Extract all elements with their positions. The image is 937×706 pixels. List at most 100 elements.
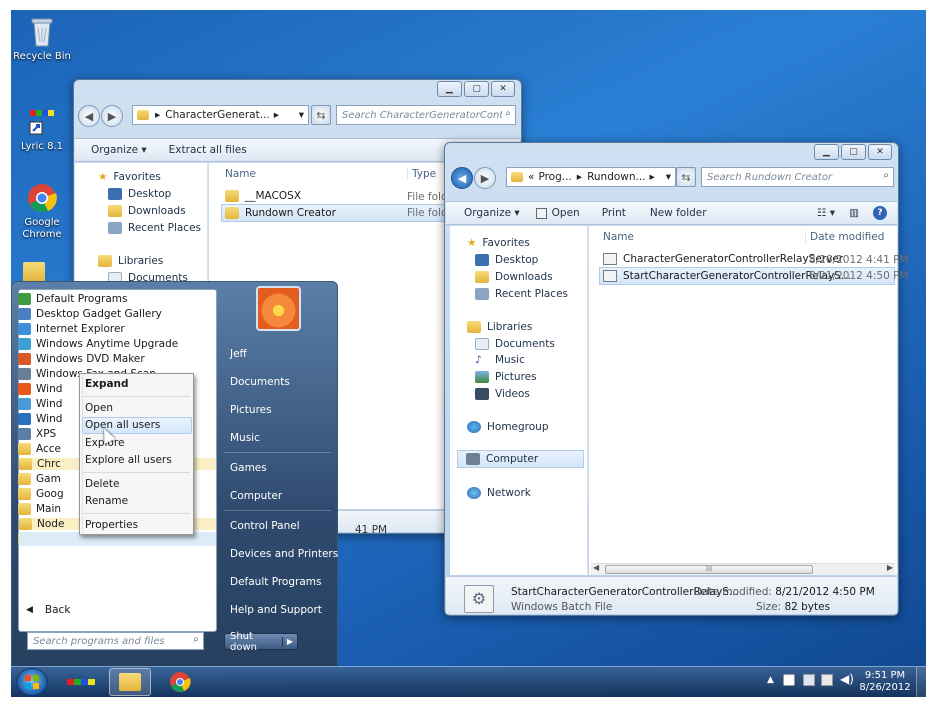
start-right-default-programs[interactable]: Default Programs <box>230 576 321 588</box>
search-input[interactable]: Search Rundown Creator ⌕ <box>701 167 894 187</box>
tray-network-icon[interactable] <box>803 674 815 686</box>
nav-desktop[interactable]: Desktop <box>108 188 171 200</box>
refresh-button[interactable]: ⇆ <box>311 105 331 125</box>
help-icon[interactable]: ? <box>873 206 887 220</box>
file-row[interactable]: CharacterGeneratorControllerRelayServer <box>603 253 843 265</box>
start-program-item[interactable]: Default Programs <box>18 293 127 305</box>
tray-volume-icon[interactable]: ◀) <box>840 672 854 686</box>
address-part[interactable]: Rundown... <box>587 171 645 183</box>
minimize-button[interactable]: ▁ <box>814 144 839 160</box>
shutdown-options-arrow[interactable]: ▶ <box>282 637 297 646</box>
start-right-documents[interactable]: Documents <box>230 376 290 388</box>
menu-item-rename[interactable]: Rename <box>85 495 128 507</box>
nav-music[interactable]: ♪ Music <box>475 354 525 366</box>
nav-pictures[interactable]: Pictures <box>475 371 537 383</box>
chevron-down-icon[interactable]: ▾ <box>299 109 304 121</box>
preview-pane-icon[interactable]: ▥ <box>849 207 859 219</box>
nav-downloads[interactable]: Downloads <box>475 271 553 283</box>
menu-item-properties[interactable]: Properties <box>85 519 138 531</box>
chevron-down-icon[interactable]: ▾ <box>666 171 671 183</box>
menu-item-delete[interactable]: Delete <box>85 478 120 490</box>
desktop-icon-lyric[interactable]: Lyric 8.1 <box>11 106 73 152</box>
file-row-selected[interactable]: StartCharacterGeneratorControllerRelayS.… <box>599 267 908 285</box>
start-program-item[interactable]: Wind <box>18 413 62 425</box>
file-row[interactable]: __MACOSX <box>225 190 301 202</box>
nav-computer[interactable]: Computer <box>457 450 584 468</box>
folder-icon[interactable] <box>23 262 45 282</box>
column-name[interactable]: Name <box>225 168 256 180</box>
nav-libraries[interactable]: Libraries <box>98 255 163 267</box>
address-bar[interactable]: « Prog... ▸ Rundown... ▸ ▾ <box>506 167 676 187</box>
new-folder-button[interactable]: New folder <box>650 207 707 219</box>
menu-item-open[interactable]: Open <box>85 402 113 414</box>
menu-item-explore-all-users[interactable]: Explore all users <box>85 454 172 466</box>
tray-device-icon[interactable] <box>821 674 833 686</box>
start-program-item[interactable]: Goog <box>18 488 64 500</box>
column-date-modified[interactable]: Date modified <box>805 231 884 243</box>
maximize-button[interactable]: ▢ <box>464 81 489 97</box>
horizontal-scrollbar[interactable]: ◀ III ▶ <box>591 563 895 575</box>
start-right-jeff[interactable]: Jeff <box>230 348 247 360</box>
refresh-button[interactable]: ⇆ <box>676 167 696 187</box>
start-right-computer[interactable]: Computer <box>230 490 282 502</box>
column-name[interactable]: Name <box>603 231 634 243</box>
start-program-item[interactable]: Desktop Gadget Gallery <box>18 308 162 320</box>
start-right-control-panel[interactable]: Control Panel <box>230 520 300 532</box>
tray-action-center-icon[interactable] <box>783 674 795 686</box>
minimize-button[interactable]: ▁ <box>437 81 462 97</box>
start-program-item[interactable]: Wind <box>18 398 62 410</box>
nav-libraries[interactable]: Libraries <box>467 321 532 333</box>
print-button[interactable]: Print <box>602 207 626 219</box>
start-program-item[interactable]: Acce <box>18 443 61 455</box>
open-button[interactable]: Open <box>535 207 580 219</box>
nav-desktop[interactable]: Desktop <box>475 254 538 266</box>
taskbar-explorer-button[interactable] <box>109 668 151 696</box>
tray-show-hidden-icon[interactable]: ▲ <box>767 675 774 685</box>
nav-recent-places[interactable]: Recent Places <box>108 222 201 234</box>
back-button[interactable]: ◀ Back <box>26 604 70 616</box>
views-icon[interactable]: ☷ ▾ <box>817 207 835 219</box>
forward-button[interactable]: ▶ <box>474 167 496 189</box>
start-right-help-support[interactable]: Help and Support <box>230 604 322 616</box>
start-program-item[interactable]: XPS <box>18 428 56 440</box>
start-search-input[interactable]: Search programs and files ⌕ <box>27 632 204 650</box>
nav-favorites[interactable]: ★ Favorites <box>98 171 161 183</box>
start-program-item[interactable]: Gam <box>18 473 61 485</box>
scroll-right-arrow[interactable]: ▶ <box>887 563 893 572</box>
scroll-left-arrow[interactable]: ◀ <box>593 563 599 572</box>
start-right-music[interactable]: Music <box>230 432 260 444</box>
taskbar-lyric-button[interactable] <box>63 672 99 692</box>
start-program-item[interactable]: Windows DVD Maker <box>18 353 145 365</box>
nav-documents[interactable]: Documents <box>475 338 555 350</box>
address-bar[interactable]: ▸ CharacterGenerat... ▸ ▾ <box>132 105 309 125</box>
desktop-icon-recycle-bin[interactable]: Recycle Bin <box>11 16 73 62</box>
nav-videos[interactable]: Videos <box>475 388 530 400</box>
back-button[interactable]: ◀ <box>451 167 473 189</box>
organize-button[interactable]: Organize ▾ <box>464 207 520 219</box>
search-input[interactable]: Search CharacterGeneratorControllerR... … <box>336 105 516 125</box>
menu-item-open-all-users[interactable]: Open all users <box>85 419 160 431</box>
organize-button[interactable]: Organize ▾ <box>91 144 147 156</box>
start-right-games[interactable]: Games <box>230 462 267 474</box>
close-button[interactable]: ✕ <box>868 144 892 160</box>
column-type[interactable]: Type <box>407 168 436 180</box>
nav-recent-places[interactable]: Recent Places <box>475 288 568 300</box>
close-button[interactable]: ✕ <box>491 81 515 97</box>
taskbar-chrome-button[interactable] <box>161 669 199 695</box>
scroll-thumb[interactable]: III <box>605 565 813 574</box>
maximize-button[interactable]: ▢ <box>841 144 866 160</box>
extract-all-button[interactable]: Extract all files <box>169 144 247 156</box>
tray-clock[interactable]: 9:51 PM 8/26/2012 <box>859 670 911 694</box>
start-right-devices-printers[interactable]: Devices and Printers <box>230 548 338 560</box>
start-program-item[interactable]: Internet Explorer <box>18 323 125 335</box>
nav-downloads[interactable]: Downloads <box>108 205 186 217</box>
explorer-window-2[interactable]: ▁ ▢ ✕ ◀ ▶ « Prog... ▸ Rundown... ▸ ▾ ⇆ S… <box>444 142 908 616</box>
show-desktop-button[interactable] <box>916 667 926 698</box>
start-program-item[interactable]: Main <box>18 503 61 515</box>
address-part[interactable]: Prog... <box>538 171 571 183</box>
start-right-pictures[interactable]: Pictures <box>230 404 272 416</box>
forward-button[interactable]: ▶ <box>101 105 123 127</box>
start-button[interactable] <box>16 668 48 696</box>
nav-favorites[interactable]: ★ Favorites <box>467 237 530 249</box>
start-program-item[interactable]: Windows Anytime Upgrade <box>18 338 178 350</box>
